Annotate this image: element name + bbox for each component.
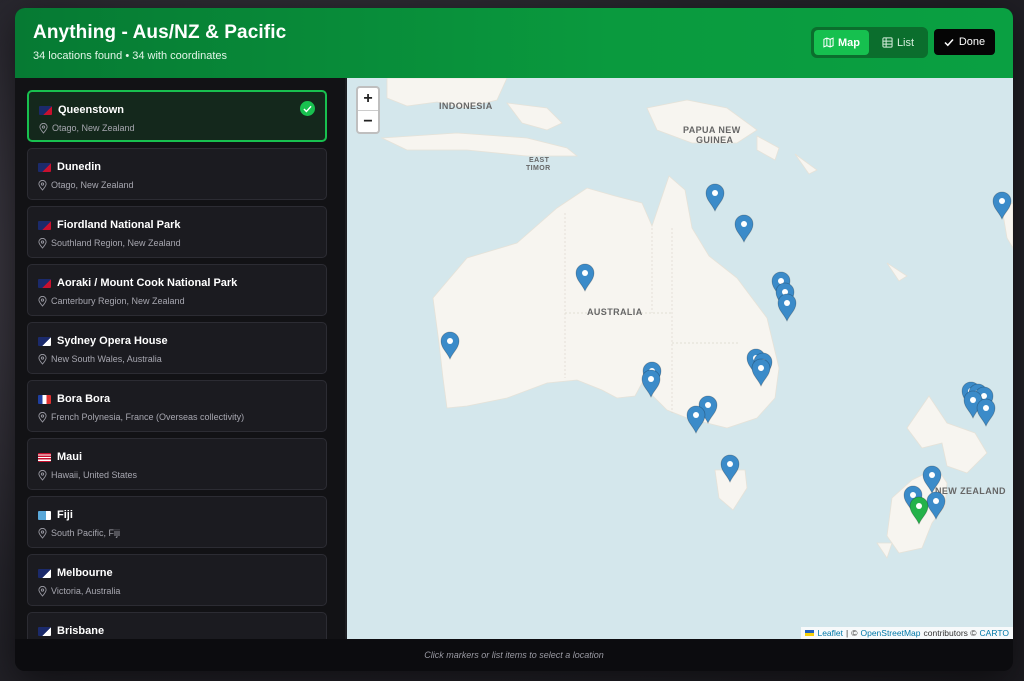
attribution-separator: | xyxy=(846,628,849,638)
modal-title: Anything - Aus/NZ & Pacific xyxy=(33,22,287,43)
label-png-line1: PAPUA NEW xyxy=(683,125,741,135)
location-name: Brisbane xyxy=(57,625,105,637)
location-region: French Polynesia, France (Overseas colle… xyxy=(51,412,245,422)
label-timor-line1: EAST xyxy=(529,157,550,164)
location-list-item[interactable]: Maui Hawaii, United States xyxy=(27,438,327,490)
done-button[interactable]: Done xyxy=(934,29,995,55)
label-new-zealand: NEW ZEALAND xyxy=(935,486,1006,496)
done-label: Done xyxy=(958,36,986,48)
label-australia: AUSTRALIA xyxy=(587,307,643,317)
map-view[interactable]: INDONESIA PAPUA NEW GUINEA EAST TIMOR AU… xyxy=(347,78,1013,639)
flag-icon xyxy=(38,569,51,578)
flag-icon xyxy=(38,511,51,520)
flag-icon xyxy=(38,395,51,404)
results-summary: 34 locations found • 34 with coordinates xyxy=(33,50,228,62)
location-pin-icon xyxy=(38,412,47,423)
location-list-item[interactable]: Brisbane xyxy=(27,612,327,639)
flag-icon xyxy=(38,627,51,636)
location-map-modal: Anything - Aus/NZ & Pacific 34 locations… xyxy=(15,8,1013,671)
location-region: New South Wales, Australia xyxy=(51,354,162,364)
location-list-item[interactable]: Queenstown Otago, New Zealand xyxy=(27,90,327,142)
zoom-in-button[interactable]: + xyxy=(358,88,378,110)
location-list[interactable]: Queenstown Otago, New Zealand Dunedin Otago… xyxy=(15,78,345,639)
location-name: Melbourne xyxy=(57,567,113,579)
location-region: Victoria, Australia xyxy=(51,586,121,596)
location-name: Queenstown xyxy=(58,104,125,116)
list-view-button[interactable]: List xyxy=(871,30,925,55)
location-pin-icon xyxy=(38,238,47,249)
location-name: Fiordland National Park xyxy=(57,219,181,231)
map-marker[interactable] xyxy=(686,405,706,435)
location-list-item[interactable]: Aoraki / Mount Cook National Park Canterb… xyxy=(27,264,327,316)
map-marker[interactable] xyxy=(976,398,996,428)
map-view-label: Map xyxy=(838,36,860,49)
label-timor-line2: TIMOR xyxy=(526,165,551,172)
flag-icon xyxy=(38,163,51,172)
location-list-item[interactable]: Bora Bora French Polynesia, France (Overs… xyxy=(27,380,327,432)
location-name: Sydney Opera House xyxy=(57,335,168,347)
location-pin-icon xyxy=(38,470,47,481)
location-pin-icon xyxy=(38,296,47,307)
checkmark-icon xyxy=(944,38,954,46)
map-marker[interactable] xyxy=(734,214,754,244)
ukraine-flag-icon xyxy=(805,630,815,636)
location-region: Otago, New Zealand xyxy=(52,123,135,133)
location-list-item[interactable]: Melbourne Victoria, Australia xyxy=(27,554,327,606)
view-toggle: Map List xyxy=(811,27,928,58)
location-region: Otago, New Zealand xyxy=(51,180,134,190)
map-marker[interactable] xyxy=(777,293,797,323)
flag-icon xyxy=(38,221,51,230)
location-pin-icon xyxy=(38,528,47,539)
flag-icon xyxy=(38,453,51,462)
location-list-item[interactable]: Dunedin Otago, New Zealand xyxy=(27,148,327,200)
location-pin-icon xyxy=(38,180,47,191)
location-name: Aoraki / Mount Cook National Park xyxy=(57,277,238,289)
location-name: Dunedin xyxy=(57,161,101,173)
flag-icon xyxy=(38,279,51,288)
footer-hint: Click markers or list items to select a … xyxy=(15,639,1013,671)
leaflet-link[interactable]: Leaflet xyxy=(817,628,843,638)
location-region: South Pacific, Fiji xyxy=(51,528,121,538)
carto-link[interactable]: CARTO xyxy=(980,628,1009,638)
location-pin-icon xyxy=(39,123,48,134)
list-view-label: List xyxy=(896,36,915,49)
location-name: Maui xyxy=(57,451,83,463)
location-list-item[interactable]: Fiji South Pacific, Fiji xyxy=(27,496,327,548)
map-attribution: Leaflet | © OpenStreetMap contributors ©… xyxy=(801,627,1013,639)
location-name: Fiji xyxy=(57,509,73,521)
label-png-line2: GUINEA xyxy=(696,135,734,145)
map-icon xyxy=(823,37,834,48)
location-pin-icon xyxy=(38,354,47,365)
attribution-contributors: contributors © xyxy=(923,628,977,638)
map-view-button[interactable]: Map xyxy=(814,30,869,55)
modal-header: Anything - Aus/NZ & Pacific 34 locations… xyxy=(15,8,1013,78)
label-indonesia: INDONESIA xyxy=(439,101,493,111)
flag-icon xyxy=(38,337,51,346)
attribution-copyright: © xyxy=(851,628,858,638)
map-marker[interactable] xyxy=(705,183,725,213)
location-name: Bora Bora xyxy=(57,393,111,405)
landmasses xyxy=(380,78,1013,559)
flag-icon xyxy=(39,106,52,115)
location-list-item[interactable]: Fiordland National Park Southland Region,… xyxy=(27,206,327,258)
zoom-control: + − xyxy=(356,86,380,134)
grid-icon xyxy=(882,37,893,48)
zoom-out-button[interactable]: − xyxy=(358,110,378,132)
osm-link[interactable]: OpenStreetMap xyxy=(860,628,920,638)
location-region: Canterbury Region, New Zealand xyxy=(51,296,185,306)
location-region: Southland Region, New Zealand xyxy=(51,238,181,248)
location-region: Hawaii, United States xyxy=(51,470,138,480)
map-canvas[interactable]: INDONESIA PAPUA NEW GUINEA EAST TIMOR AU… xyxy=(347,78,1013,639)
location-pin-icon xyxy=(38,586,47,597)
selected-check-icon xyxy=(300,101,315,116)
location-list-item[interactable]: Sydney Opera House New South Wales, Austr… xyxy=(27,322,327,374)
